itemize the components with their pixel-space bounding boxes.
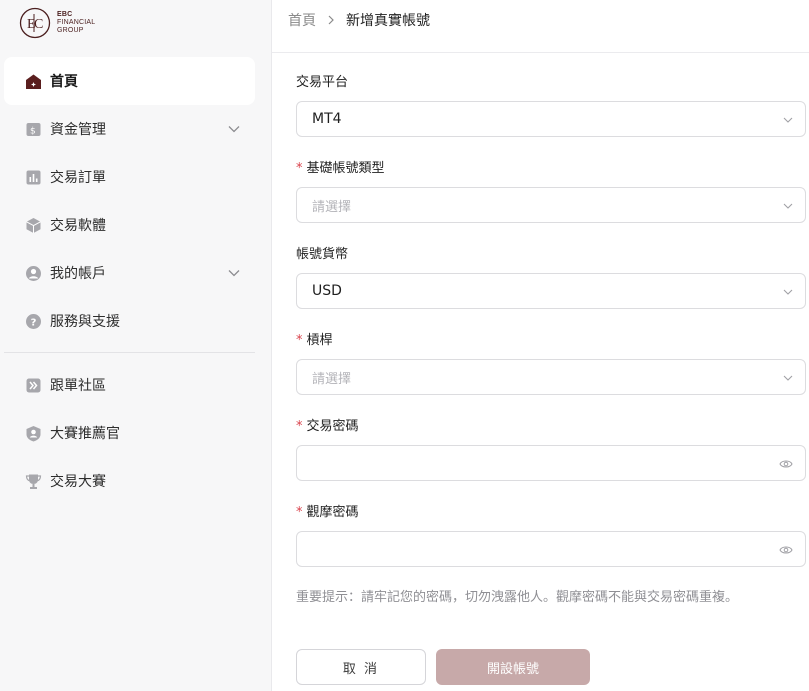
sidebar-item-copy-trading[interactable]: 跟單社區 [4,361,255,409]
view-password-input[interactable] [296,531,806,567]
wallet-icon: $ [24,120,42,138]
brand-line-3: GROUP [57,27,84,34]
form-actions: 取 消 開設帳號 [296,649,590,685]
required-marker: * [296,161,303,176]
required-marker: * [296,333,303,348]
trophy-icon [24,472,42,490]
breadcrumb: 首頁 新增真實帳號 [288,11,430,29]
cube-icon [24,216,42,234]
sidebar-item-home[interactable]: 首頁 [4,57,255,105]
sidebar-item-label: 交易大賽 [50,474,106,490]
required-marker: * [296,505,303,520]
eye-icon[interactable] [779,458,793,470]
help-icon: ? [24,312,42,330]
svg-text:?: ? [30,317,36,328]
currency-field: 帳號貨幣 USD [296,246,806,332]
leverage-placeholder: 請選擇 [312,371,352,387]
chevron-down-icon [783,203,793,209]
sidebar-item-label: 交易軟體 [50,218,106,234]
user-icon [24,264,42,282]
sidebar-nav: 首頁 $ 資金管理 交易訂單 交易軟體 我的帳戶 ? 服務與支援 跟單社區 大賽… [4,57,255,505]
leverage-select[interactable]: 請選擇 [296,359,806,395]
breadcrumb-current: 新增真實帳號 [346,13,430,29]
trade-password-field: * 交易密碼 [296,418,806,504]
account-type-placeholder: 請選擇 [312,199,352,215]
brand-line-2: FINANCIAL [57,19,96,26]
sidebar-item-funds[interactable]: $ 資金管理 [4,105,255,153]
brand-line-1: EBC [57,11,73,18]
sidebar-divider [4,352,255,353]
bar-chart-icon [24,168,42,186]
sidebar-item-support[interactable]: ? 服務與支援 [4,297,255,345]
main-content: 首頁 新增真實帳號 交易平台 MT4 *基礎帳號類型 請選擇 帳號貨幣 USD [272,0,809,691]
sidebar-item-orders[interactable]: 交易訂單 [4,153,255,201]
account-type-label: * 基礎帳號類型 [296,161,385,176]
sidebar-item-trading-contest[interactable]: 交易大賽 [4,457,255,505]
view-password-field: * 觀摩密碼 [296,504,806,590]
home-icon [24,72,42,90]
currency-label: 帳號貨幣 [296,247,349,262]
header-divider [272,52,809,53]
account-type-select[interactable]: 請選擇 [296,187,806,223]
platform-field: 交易平台 MT4 [296,74,806,160]
brand-logo[interactable]: E C EBC FINANCIAL GROUP [19,7,95,39]
leverage-label: * 槓桿 [296,333,333,348]
platform-label: 交易平台 [296,75,349,90]
platform-select[interactable]: MT4 [296,101,806,137]
currency-value: USD [312,283,342,299]
svg-text:$: $ [30,126,36,136]
chevron-right-icon [328,15,334,25]
sidebar-item-label: 大賽推薦官 [50,426,120,442]
sidebar: E C EBC FINANCIAL GROUP 首頁 $ 資金管理 交易訂單 交… [0,0,272,691]
sidebar-item-label: 服務與支援 [50,314,120,330]
chevron-down-icon [783,117,793,123]
chevron-down-icon [783,375,793,381]
sidebar-item-label: 交易訂單 [50,170,106,186]
currency-select[interactable]: USD [296,273,806,309]
account-type-field: * 基礎帳號類型 請選擇 [296,160,806,246]
sidebar-item-label: 首頁 [50,74,78,90]
forward-icon [24,376,42,394]
sidebar-item-contest-referrer[interactable]: 大賽推薦官 [4,409,255,457]
breadcrumb-home[interactable]: 首頁 [288,10,316,30]
view-password-label: * 觀摩密碼 [296,505,359,520]
sidebar-item-label: 我的帳戶 [50,266,106,282]
password-hint: 重要提示：請牢記您的密碼，切勿洩露他人。觀摩密碼不能與交易密碼重複。 [296,590,739,605]
trade-password-input[interactable] [296,445,806,481]
ebc-logo-icon: E C [19,7,51,39]
cancel-button[interactable]: 取 消 [296,649,426,685]
open-account-form: 交易平台 MT4 *基礎帳號類型 請選擇 帳號貨幣 USD *槓桿 請選擇 [296,74,806,605]
brand-text: EBC FINANCIAL GROUP [57,11,95,35]
platform-value: MT4 [312,111,342,127]
chevron-down-icon[interactable] [227,266,241,280]
required-marker: * [296,419,303,434]
sidebar-item-my-account[interactable]: 我的帳戶 [4,249,255,297]
chevron-down-icon[interactable] [227,122,241,136]
badge-user-icon [24,424,42,442]
eye-icon[interactable] [779,544,793,556]
svg-text:C: C [34,17,43,32]
trade-password-label: * 交易密碼 [296,419,359,434]
open-account-button[interactable]: 開設帳號 [436,649,590,685]
leverage-field: * 槓桿 請選擇 [296,332,806,418]
sidebar-item-software[interactable]: 交易軟體 [4,201,255,249]
sidebar-item-label: 資金管理 [50,122,106,138]
sidebar-item-label: 跟單社區 [50,378,106,394]
chevron-down-icon [783,289,793,295]
